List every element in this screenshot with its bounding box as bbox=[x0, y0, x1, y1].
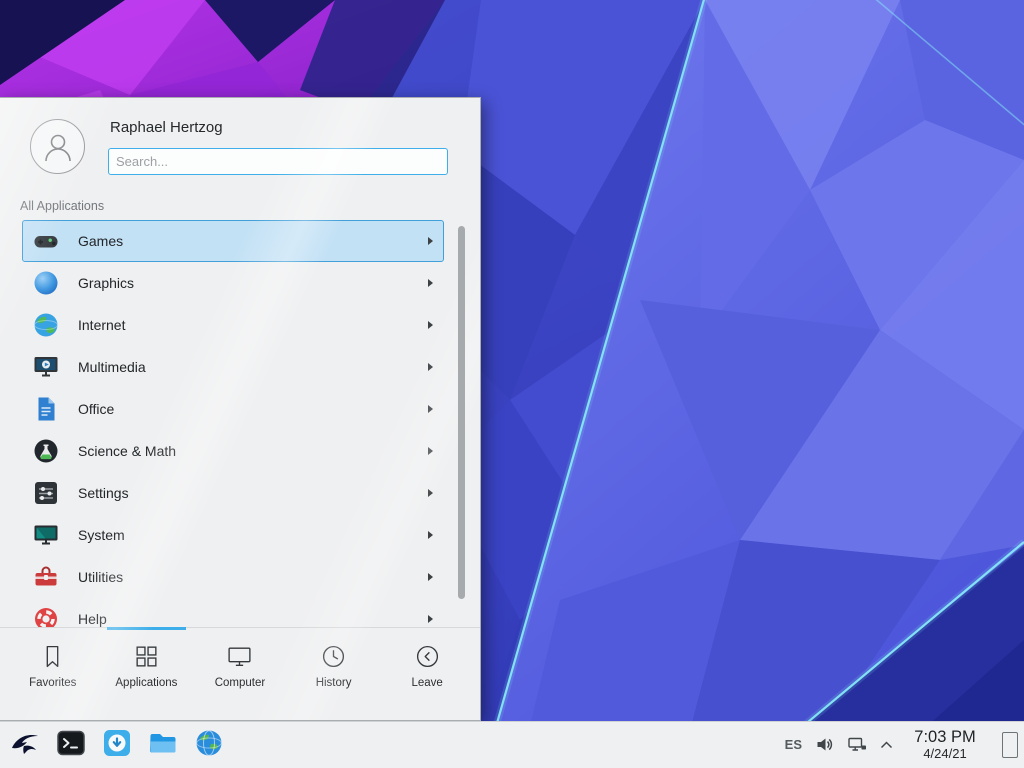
leave-icon bbox=[414, 643, 441, 670]
category-label: Help bbox=[78, 611, 107, 627]
desktop: Raphael Hertzog All Applications Games bbox=[0, 0, 1024, 768]
category-settings[interactable]: Settings bbox=[22, 472, 444, 514]
submenu-arrow-icon bbox=[428, 531, 433, 539]
file-manager-launcher[interactable] bbox=[147, 730, 178, 761]
category-label: Science & Math bbox=[78, 443, 176, 459]
graphics-orb-icon bbox=[32, 269, 60, 297]
tab-label: Favorites bbox=[29, 677, 76, 689]
user-avatar[interactable] bbox=[30, 119, 85, 174]
software-center-launcher[interactable] bbox=[101, 730, 132, 761]
category-graphics[interactable]: Graphics bbox=[22, 262, 444, 304]
category-label: Settings bbox=[78, 485, 129, 501]
search-input[interactable] bbox=[108, 148, 448, 175]
utilities-toolbox-icon bbox=[32, 563, 60, 591]
computer-monitor-icon bbox=[226, 643, 253, 670]
category-label: Office bbox=[78, 401, 114, 417]
system-monitor-icon bbox=[32, 521, 60, 549]
category-label: Multimedia bbox=[78, 359, 146, 375]
clock-widget[interactable]: 7:03 PM 4/24/21 bbox=[906, 728, 984, 761]
software-center-icon bbox=[102, 728, 132, 763]
category-label: Internet bbox=[78, 317, 125, 333]
settings-sliders-icon bbox=[32, 479, 60, 507]
submenu-arrow-icon bbox=[428, 405, 433, 413]
tab-label: Computer bbox=[215, 677, 266, 689]
category-office[interactable]: Office bbox=[22, 388, 444, 430]
tab-history[interactable]: History bbox=[287, 628, 381, 720]
launcher-tab-bar: Favorites Applications bbox=[0, 627, 480, 720]
submenu-arrow-icon bbox=[428, 279, 433, 287]
folder-icon bbox=[148, 728, 178, 763]
submenu-arrow-icon bbox=[428, 363, 433, 371]
category-utilities[interactable]: Utilities bbox=[22, 556, 444, 598]
help-lifering-icon bbox=[32, 605, 60, 627]
tab-label: History bbox=[316, 677, 352, 689]
user-name: Raphael Hertzog bbox=[110, 119, 223, 136]
multimedia-monitor-icon bbox=[32, 353, 60, 381]
submenu-arrow-icon bbox=[428, 615, 433, 623]
submenu-arrow-icon bbox=[428, 321, 433, 329]
category-help[interactable]: Help bbox=[22, 598, 444, 627]
taskbar-launchers bbox=[0, 730, 224, 761]
show-desktop-button[interactable] bbox=[1002, 732, 1018, 758]
list-scrollbar[interactable] bbox=[458, 226, 465, 599]
submenu-arrow-icon bbox=[428, 447, 433, 455]
system-tray: ES 7:03 bbox=[785, 728, 1024, 761]
submenu-arrow-icon bbox=[428, 237, 433, 245]
bookmark-icon bbox=[39, 643, 66, 670]
tab-computer[interactable]: Computer bbox=[193, 628, 287, 720]
submenu-arrow-icon bbox=[428, 573, 433, 581]
section-label: All Applications bbox=[20, 199, 104, 213]
category-system[interactable]: System bbox=[22, 514, 444, 556]
applications-grid-icon bbox=[133, 643, 160, 670]
gamepad-icon bbox=[32, 227, 60, 255]
office-document-icon bbox=[32, 395, 60, 423]
tab-leave[interactable]: Leave bbox=[380, 628, 474, 720]
kali-menu-icon bbox=[10, 728, 40, 763]
category-science-math[interactable]: Science & Math bbox=[22, 430, 444, 472]
internet-globe-icon bbox=[32, 311, 60, 339]
terminal-icon bbox=[56, 728, 86, 763]
submenu-arrow-icon bbox=[428, 489, 433, 497]
category-label: Utilities bbox=[78, 569, 123, 585]
application-launcher-button[interactable] bbox=[9, 730, 40, 761]
category-internet[interactable]: Internet bbox=[22, 304, 444, 346]
category-label: System bbox=[78, 527, 125, 543]
category-multimedia[interactable]: Multimedia bbox=[22, 346, 444, 388]
clock-time: 7:03 PM bbox=[906, 728, 984, 746]
tab-applications[interactable]: Applications bbox=[100, 628, 194, 720]
user-silhouette-icon bbox=[41, 130, 75, 164]
application-category-list: Games Graphics bbox=[0, 220, 480, 627]
browser-globe-icon bbox=[194, 728, 224, 763]
tab-favorites[interactable]: Favorites bbox=[6, 628, 100, 720]
history-clock-icon bbox=[320, 643, 347, 670]
category-label: Graphics bbox=[78, 275, 134, 291]
volume-icon[interactable] bbox=[815, 735, 834, 754]
terminal-launcher[interactable] bbox=[55, 730, 86, 761]
network-icon[interactable] bbox=[847, 735, 867, 754]
web-browser-launcher[interactable] bbox=[193, 730, 224, 761]
expand-tray-icon[interactable] bbox=[880, 741, 893, 749]
science-flask-icon bbox=[32, 437, 60, 465]
category-games[interactable]: Games bbox=[22, 220, 444, 262]
tab-label: Leave bbox=[412, 677, 443, 689]
clock-date: 4/24/21 bbox=[906, 747, 984, 762]
application-launcher-menu: Raphael Hertzog All Applications Games bbox=[0, 97, 481, 721]
category-label: Games bbox=[78, 233, 123, 249]
tab-label: Applications bbox=[115, 677, 177, 689]
taskbar-panel: ES 7:03 bbox=[0, 721, 1024, 768]
keyboard-layout-indicator[interactable]: ES bbox=[785, 737, 802, 752]
